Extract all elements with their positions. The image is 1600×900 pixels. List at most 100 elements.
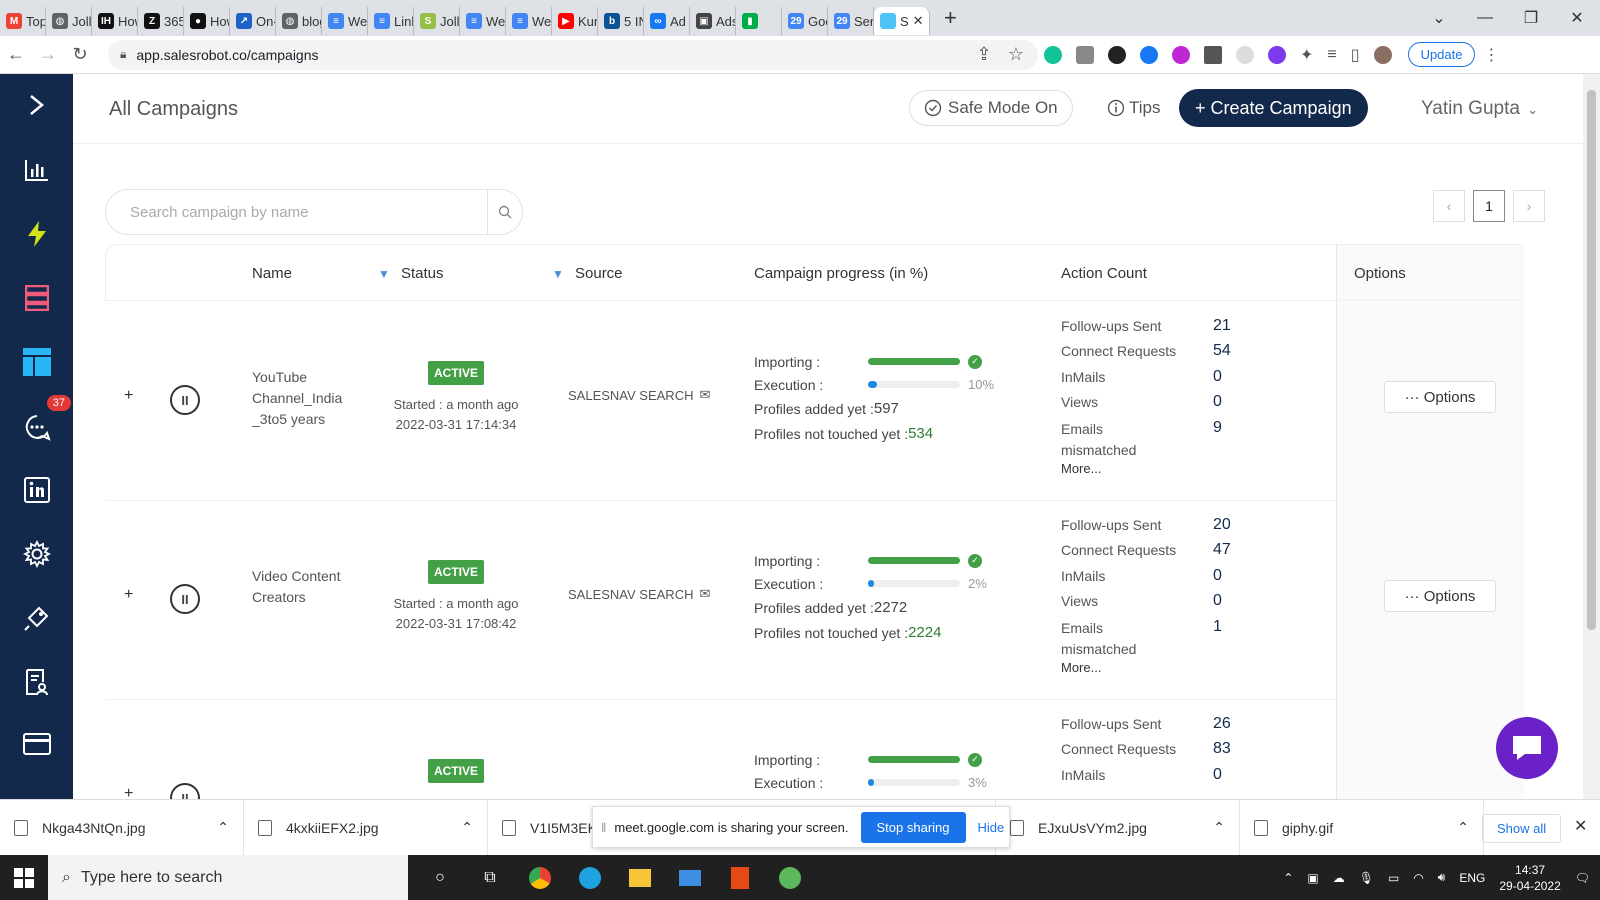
pause-icon[interactable]: II (170, 385, 200, 415)
extension-icon[interactable] (1236, 45, 1254, 64)
campaign-name[interactable]: Video Content Creators (252, 566, 362, 608)
download-item[interactable]: Nkga43NtQn.jpg ⌃ (0, 799, 244, 856)
browser-tab[interactable]: ≡ We (460, 7, 506, 35)
linkedin-icon[interactable] (0, 470, 73, 510)
options-button[interactable]: ··· Options (1384, 580, 1496, 612)
language-indicator[interactable]: ENG (1459, 871, 1485, 885)
chat-widget-button[interactable] (1496, 717, 1558, 779)
drag-handle-icon[interactable]: ‖ (601, 820, 606, 835)
update-button[interactable]: Update (1407, 42, 1476, 67)
show-all-downloads-button[interactable]: Show all (1482, 814, 1562, 843)
layout-icon[interactable] (0, 342, 73, 382)
browser-tab[interactable]: 29Sen (828, 7, 874, 35)
browser-tab[interactable]: ≡Link (368, 7, 414, 35)
prev-page-button[interactable]: ‹ (1433, 190, 1465, 222)
close-downloads-icon[interactable]: ✕ (1574, 816, 1587, 836)
browser-tab[interactable]: b5 IN (598, 7, 644, 35)
browser-tab[interactable]: ▮ (736, 7, 782, 35)
tips-button[interactable]: Tips (1107, 98, 1161, 118)
extension-icon[interactable] (1140, 45, 1158, 64)
browser-tab-active[interactable]: S ✕ (874, 7, 930, 35)
file-explorer-icon[interactable] (626, 864, 654, 892)
chrome-icon[interactable] (526, 864, 554, 892)
extension-icon[interactable] (1076, 45, 1094, 64)
more-link[interactable]: More... (1061, 660, 1321, 675)
stop-sharing-button[interactable]: Stop sharing (860, 811, 966, 843)
utorrent-icon[interactable] (776, 864, 804, 892)
expand-sidebar-icon[interactable] (0, 85, 73, 125)
taskbar-search[interactable]: ⌕ Type here to search (48, 855, 408, 900)
display-icon[interactable]: ▭ (1388, 871, 1399, 885)
url-field[interactable]: 🔒︎ app.salesrobot.co/campaigns (108, 39, 1038, 70)
analytics-icon[interactable] (0, 150, 73, 190)
microphone-icon[interactable]: 🎙︎ (1359, 871, 1374, 885)
onedrive-icon[interactable]: ☁ (1333, 871, 1345, 885)
meet-icon[interactable]: ▣ (1307, 871, 1318, 885)
extension-icon[interactable] (1172, 45, 1190, 64)
edge-icon[interactable] (576, 864, 604, 892)
forward-icon[interactable]: → (32, 44, 64, 65)
volume-icon[interactable]: 🔊︎ (1438, 870, 1446, 885)
side-panel-icon[interactable]: ▯ (1351, 45, 1360, 65)
hide-share-button[interactable]: Hide (978, 820, 1005, 835)
tray-chevron-icon[interactable]: ⌃ (1283, 871, 1293, 885)
minimize-icon[interactable]: — (1462, 9, 1508, 27)
wifi-icon[interactable]: ◠ (1413, 871, 1423, 885)
back-icon[interactable]: ← (0, 44, 32, 65)
search-input[interactable] (130, 192, 488, 232)
scrollbar-thumb[interactable] (1587, 90, 1596, 630)
pause-icon[interactable]: II (170, 584, 200, 614)
safe-mode-button[interactable]: Safe Mode On (909, 90, 1073, 126)
search-button[interactable] (487, 190, 522, 234)
settings-gear-icon[interactable] (0, 534, 73, 574)
reports-icon[interactable] (0, 662, 73, 702)
pause-icon[interactable]: II (170, 783, 200, 799)
tab-search-icon[interactable]: ⌄ (1416, 8, 1462, 28)
campaigns-bolt-icon[interactable] (0, 214, 73, 254)
campaign-name[interactable]: YouTube Channel_India _3to5 years (252, 367, 362, 430)
browser-tab[interactable]: Z 365 (138, 7, 184, 35)
messages-icon[interactable]: 37 (0, 395, 73, 447)
reload-icon[interactable]: ↻ (64, 44, 96, 65)
task-view-icon[interactable]: ⧉ (476, 864, 504, 892)
browser-tab[interactable]: ◍Jolly (46, 7, 92, 35)
chevron-up-icon[interactable]: ⌃ (1213, 819, 1225, 836)
close-window-icon[interactable]: ✕ (1554, 8, 1600, 28)
browser-tab[interactable]: 29Goo (782, 7, 828, 35)
browser-tab[interactable]: SJolly (414, 7, 460, 35)
clock[interactable]: 14:37 29-04-2022 (1499, 862, 1560, 894)
browser-tab[interactable]: ∞Ad L (644, 7, 690, 35)
extension-icon[interactable] (1204, 45, 1222, 64)
more-link[interactable]: More... (1061, 461, 1321, 476)
browser-tab[interactable]: ↗ On- (230, 7, 276, 35)
expand-row-icon[interactable]: + (124, 387, 133, 405)
create-campaign-button[interactable]: + Create Campaign (1179, 89, 1368, 127)
next-page-button[interactable]: › (1513, 190, 1545, 222)
download-item[interactable]: giphy.gif ⌃ (1240, 799, 1484, 856)
puzzle-icon[interactable]: ✦ (1300, 45, 1313, 65)
browser-tab[interactable]: IHHow (92, 7, 138, 35)
status-filter-icon[interactable]: ▼ (378, 267, 390, 281)
avatar[interactable] (1373, 45, 1392, 64)
integrations-icon[interactable] (0, 598, 73, 638)
bookmark-star-icon[interactable]: ☆ (1000, 44, 1032, 65)
extension-icon[interactable] (1268, 45, 1286, 64)
chevron-up-icon[interactable]: ⌃ (217, 819, 229, 836)
windows-start-icon[interactable] (0, 867, 48, 888)
cortana-icon[interactable]: ○ (426, 864, 454, 892)
source-filter-icon[interactable]: ▼ (552, 267, 564, 281)
browser-tab[interactable]: ≡ We (506, 7, 552, 35)
expand-row-icon[interactable]: + (124, 586, 133, 604)
browser-tab[interactable]: ▣Ads (690, 7, 736, 35)
restore-icon[interactable]: ❐ (1508, 8, 1554, 28)
notifications-icon[interactable]: 🗨︎ (1575, 871, 1590, 885)
database-icon[interactable] (0, 278, 73, 318)
download-item[interactable]: EJxuUsVYm2.jpg ⌃ (996, 799, 1240, 856)
grammarly-icon[interactable] (1044, 45, 1062, 64)
more-menu-icon[interactable]: ⋮ (1483, 45, 1499, 65)
reading-list-icon[interactable]: ≡ (1327, 46, 1336, 64)
chevron-up-icon[interactable]: ⌃ (1457, 819, 1469, 836)
browser-tab[interactable]: ●How (184, 7, 230, 35)
browser-tab[interactable]: ◍blog (276, 7, 322, 35)
office-icon[interactable] (726, 864, 754, 892)
